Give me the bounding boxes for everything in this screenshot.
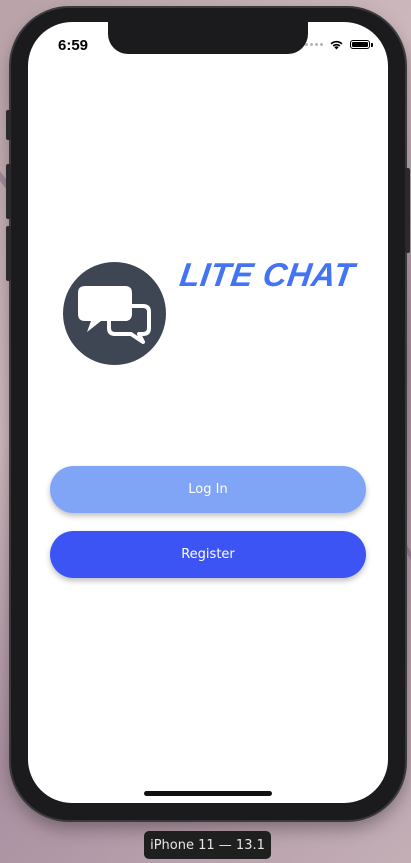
device-screen: 6:59 LITE CHAT Log In Register	[28, 22, 388, 803]
mute-switch	[6, 110, 11, 140]
volume-up-button	[6, 164, 11, 219]
app-logo	[63, 262, 166, 365]
volume-down-button	[6, 226, 11, 281]
battery-icon	[350, 40, 373, 49]
wifi-icon	[330, 40, 343, 50]
power-button	[405, 168, 410, 253]
status-time: 6:59	[58, 37, 89, 54]
register-button[interactable]: Register	[50, 531, 366, 578]
simulator-device-label: iPhone 11 — 13.1	[144, 831, 271, 859]
home-indicator[interactable]	[144, 791, 272, 796]
signal-icon	[305, 43, 323, 46]
app-title: LITE CHAT	[177, 256, 358, 293]
login-button[interactable]: Log In	[50, 466, 366, 513]
status-icons	[305, 39, 373, 50]
notch	[108, 22, 308, 54]
chat-bubbles-icon	[78, 286, 151, 344]
